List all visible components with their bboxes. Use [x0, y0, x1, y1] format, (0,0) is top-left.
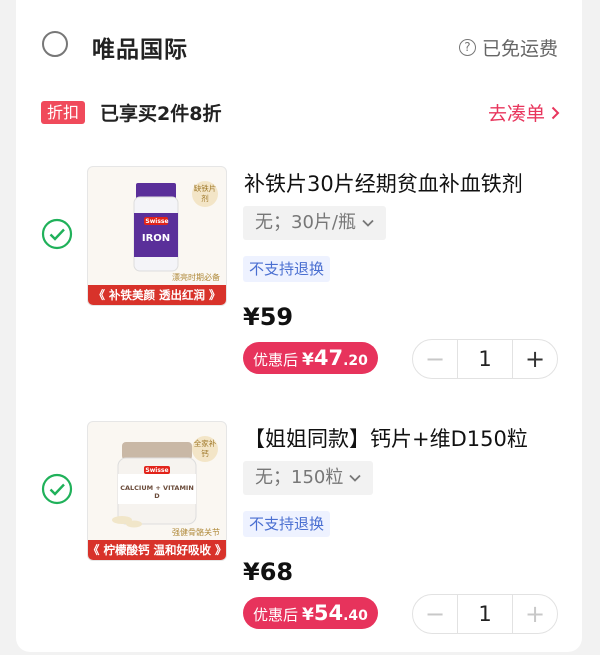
discounted-price-integer: 54 — [313, 601, 344, 625]
spec-label: 无；150粒 — [255, 467, 344, 488]
increase-quantity-button[interactable]: + — [513, 595, 557, 633]
decrease-quantity-button[interactable]: − — [413, 595, 457, 633]
promo-text: 已享买2件8折 — [100, 103, 222, 125]
discounted-price-pill[interactable]: 优惠后 ¥54.40 — [243, 597, 378, 629]
thumb-badge: 全家补钙 — [192, 436, 218, 462]
spec-label: 无；30片/瓶 — [255, 212, 356, 233]
discounted-price-decimal: .40 — [343, 608, 368, 624]
chevron-down-icon — [362, 219, 374, 227]
product-price: ¥68 — [243, 558, 294, 586]
discounted-price-label: 优惠后 — [253, 351, 299, 369]
product-title[interactable]: 【姐姐同款】钙片+维D150粒 — [244, 423, 548, 453]
thumb-note: 漂亮时期必备 — [172, 273, 220, 282]
discounted-price-label: 优惠后 — [253, 606, 299, 624]
thumb-product-name: IRON — [141, 233, 171, 244]
thumb-product-name: CALCIUM + VITAMIN D — [120, 484, 194, 500]
chevron-right-icon — [551, 106, 560, 119]
discounted-price-currency: ¥ — [302, 350, 314, 370]
quantity-value[interactable]: 1 — [457, 595, 513, 633]
discounted-price-currency: ¥ — [302, 605, 314, 625]
no-return-badge: 不支持退换 — [243, 511, 331, 537]
product-image[interactable]: Swisse IRON 缺铁片剂 漂亮时期必备 《 补铁美颜 透出红润 》 — [87, 166, 227, 306]
thumb-banner: 《 补铁美颜 透出红润 》 — [88, 285, 226, 305]
thumb-note: 强健骨骼关节 — [172, 528, 220, 537]
question-circle-icon[interactable]: ? — [458, 39, 476, 56]
add-more-label: 去凑单 — [487, 103, 545, 125]
cart-item: Swisse IRON 缺铁片剂 漂亮时期必备 《 补铁美颜 透出红润 》 补铁… — [16, 160, 582, 400]
discounted-price-integer: 47 — [313, 346, 344, 370]
store-card: 唯品国际 ? 已免运费 折扣 已享买2件8折 去凑单 Swisse IRON 缺… — [16, 0, 582, 652]
thumb-brand: Swisse — [145, 467, 169, 474]
promo-tag: 折扣 — [41, 101, 86, 124]
item-checked-icon[interactable] — [41, 473, 73, 505]
increase-quantity-button[interactable]: + — [513, 340, 557, 378]
thumb-banner: 《 柠檬酸钙 温和好吸收 》 — [88, 540, 226, 560]
shipping-status[interactable]: ? 已免运费 — [458, 34, 558, 61]
discounted-price-pill[interactable]: 优惠后 ¥47.20 — [243, 342, 378, 374]
cart-item: Swisse CALCIUM + VITAMIN D 全家补钙 强健骨骼关节 《… — [16, 415, 582, 655]
decrease-quantity-button[interactable]: − — [413, 340, 457, 378]
no-return-badge: 不支持退换 — [243, 256, 331, 282]
item-checked-icon[interactable] — [41, 218, 73, 250]
spec-selector[interactable]: 无；30片/瓶 — [243, 206, 386, 240]
chevron-down-icon — [349, 474, 361, 482]
discounted-price-decimal: .20 — [343, 353, 368, 369]
store-name[interactable]: 唯品国际 — [92, 30, 188, 64]
thumb-brand: Swisse — [145, 218, 169, 225]
quantity-stepper: − 1 + — [412, 594, 558, 634]
store-select-radio[interactable] — [42, 31, 68, 57]
quantity-value[interactable]: 1 — [457, 340, 513, 378]
thumb-badge: 缺铁片剂 — [192, 181, 218, 207]
spec-selector[interactable]: 无；150粒 — [243, 461, 374, 495]
product-price: ¥59 — [243, 303, 294, 331]
shipping-label: 已免运费 — [481, 38, 558, 60]
add-more-items-link[interactable]: 去凑单 — [488, 99, 560, 126]
product-title[interactable]: 补铁片30片经期贫血补血铁剂 — [244, 168, 548, 198]
product-image[interactable]: Swisse CALCIUM + VITAMIN D 全家补钙 强健骨骼关节 《… — [87, 421, 227, 561]
quantity-stepper: − 1 + — [412, 339, 558, 379]
